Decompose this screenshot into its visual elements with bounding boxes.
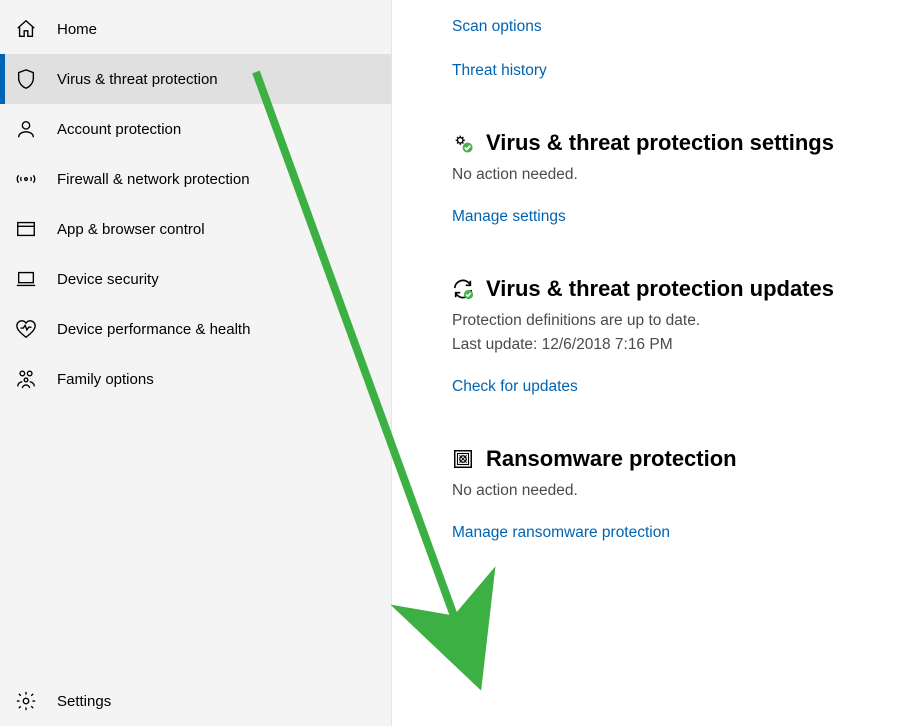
ransomware-icon: [452, 448, 474, 470]
laptop-icon: [15, 268, 37, 290]
heart-icon: [15, 318, 37, 340]
status-text: Protection definitions are up to date.: [452, 312, 922, 330]
threat-history-link[interactable]: Threat history: [452, 62, 922, 80]
section-protection-updates: Virus & threat protection updates Protec…: [452, 276, 922, 396]
shield-icon: [15, 68, 37, 90]
sidebar-item-firewall[interactable]: Firewall & network protection: [0, 154, 391, 204]
refresh-icon: [452, 278, 474, 300]
sidebar-item-label: Settings: [57, 693, 111, 710]
section-title: Virus & threat protection settings: [486, 130, 834, 156]
window-icon: [15, 218, 37, 240]
scan-options-link[interactable]: Scan options: [452, 18, 922, 36]
status-text: No action needed.: [452, 166, 922, 184]
sidebar-item-device-performance[interactable]: Device performance & health: [0, 304, 391, 354]
check-updates-link[interactable]: Check for updates: [452, 378, 578, 396]
sidebar-item-label: Device performance & health: [57, 321, 250, 338]
sidebar-item-settings[interactable]: Settings: [0, 676, 391, 726]
sidebar-item-label: Virus & threat protection: [57, 71, 218, 88]
sidebar-item-label: Family options: [57, 371, 154, 388]
sidebar-item-label: App & browser control: [57, 221, 205, 238]
manage-settings-link[interactable]: Manage settings: [452, 208, 566, 226]
sidebar-item-account-protection[interactable]: Account protection: [0, 104, 391, 154]
sidebar-item-virus-threat[interactable]: Virus & threat protection: [0, 54, 391, 104]
sidebar: Home Virus & threat protection Account p…: [0, 0, 392, 726]
gear-shield-icon: [452, 132, 474, 154]
gear-icon: [15, 690, 37, 712]
main-content: Scan options Threat history Virus & thre…: [392, 0, 922, 726]
antenna-icon: [15, 168, 37, 190]
sidebar-item-label: Home: [57, 21, 97, 38]
section-title: Ransomware protection: [486, 446, 737, 472]
person-icon: [15, 118, 37, 140]
section-title: Virus & threat protection updates: [486, 276, 834, 302]
status-text: No action needed.: [452, 482, 922, 500]
last-update-text: Last update: 12/6/2018 7:16 PM: [452, 336, 922, 354]
family-icon: [15, 368, 37, 390]
home-icon: [15, 18, 37, 40]
sidebar-item-label: Account protection: [57, 121, 181, 138]
section-ransomware: Ransomware protection No action needed. …: [452, 446, 922, 542]
sidebar-item-label: Firewall & network protection: [57, 171, 250, 188]
sidebar-item-label: Device security: [57, 271, 159, 288]
manage-ransomware-link[interactable]: Manage ransomware protection: [452, 524, 670, 542]
sidebar-item-home[interactable]: Home: [0, 4, 391, 54]
sidebar-item-device-security[interactable]: Device security: [0, 254, 391, 304]
sidebar-item-family[interactable]: Family options: [0, 354, 391, 404]
sidebar-item-app-browser[interactable]: App & browser control: [0, 204, 391, 254]
quick-actions: Scan options Threat history: [452, 18, 922, 80]
section-protection-settings: Virus & threat protection settings No ac…: [452, 130, 922, 226]
